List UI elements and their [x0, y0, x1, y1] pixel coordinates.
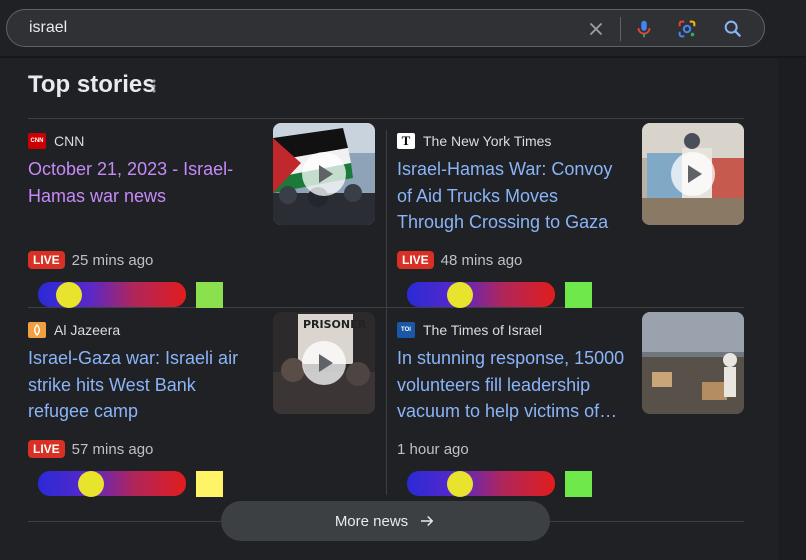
- more-news-label: More news: [334, 512, 409, 530]
- story-thumbnail[interactable]: PRISONER: [273, 312, 375, 414]
- more-options-icon[interactable]: [150, 78, 158, 94]
- section-title: Top stories: [28, 71, 156, 98]
- slider-knob[interactable]: [78, 471, 104, 497]
- nyt-logo-icon: T: [397, 133, 415, 149]
- volunteers-warehouse-image: [642, 312, 744, 414]
- gradient-slider[interactable]: [38, 471, 186, 497]
- side-panel-edge: [778, 58, 806, 560]
- play-icon[interactable]: [302, 152, 346, 196]
- story-thumbnail[interactable]: [642, 123, 744, 225]
- story-thumbnail[interactable]: [642, 312, 744, 414]
- publisher-name: The Times of Israel: [423, 322, 543, 338]
- story-card[interactable]: TOI The Times of Israel In stunning resp…: [397, 312, 745, 511]
- story-card[interactable]: Al Jazeera Israel-Gaza war: Israeli air …: [28, 312, 376, 511]
- story-card[interactable]: T The New York Times Israel-Hamas War: C…: [397, 123, 745, 322]
- cnn-logo-icon: CNN: [28, 133, 46, 149]
- color-swatch: [196, 282, 223, 308]
- play-icon[interactable]: [302, 341, 346, 385]
- publisher: Al Jazeera: [28, 321, 120, 339]
- color-swatch: [565, 282, 592, 308]
- column-divider: [386, 130, 387, 495]
- svg-text:PRISONER: PRISONER: [303, 318, 367, 331]
- search-input[interactable]: israel: [29, 19, 67, 37]
- story-meta: LIVE 48 mins ago: [397, 250, 522, 270]
- publisher: CNN CNN: [28, 132, 84, 150]
- live-badge: LIVE: [28, 440, 65, 458]
- aljazeera-logo-icon: [28, 322, 46, 338]
- story-headline[interactable]: Israel-Hamas War: Convoy of Aid Trucks M…: [397, 156, 627, 236]
- story-meta: LIVE 25 mins ago: [28, 250, 153, 270]
- story-time: 1 hour ago: [397, 440, 469, 458]
- story-thumbnail[interactable]: [273, 123, 375, 225]
- publisher-name: Al Jazeera: [54, 322, 121, 338]
- slider-knob[interactable]: [447, 282, 473, 308]
- publisher: TOI The Times of Israel: [397, 321, 542, 339]
- gradient-slider[interactable]: [407, 471, 555, 497]
- live-badge: LIVE: [28, 251, 65, 269]
- story-headline[interactable]: October 21, 2023 - Israel-Hamas war news: [28, 156, 258, 209]
- live-badge: LIVE: [397, 251, 434, 269]
- gradient-slider[interactable]: [38, 282, 186, 308]
- lens-icon[interactable]: [676, 18, 698, 40]
- story-meta: LIVE 57 mins ago: [28, 439, 153, 459]
- microphone-icon[interactable]: [633, 18, 655, 40]
- color-swatch: [565, 471, 592, 497]
- search-divider: [620, 17, 621, 41]
- more-news-button[interactable]: More news: [221, 501, 550, 541]
- story-time: 25 mins ago: [71, 251, 154, 269]
- publisher-name: CNN: [54, 133, 85, 149]
- header-shadow: [0, 56, 806, 58]
- search-icon[interactable]: [722, 18, 744, 40]
- publisher-name: The New York Times: [423, 133, 552, 149]
- search-box[interactable]: israel: [6, 9, 765, 47]
- slider-knob[interactable]: [56, 282, 82, 308]
- gradient-slider[interactable]: [407, 282, 555, 308]
- story-time: 57 mins ago: [71, 440, 154, 458]
- color-swatch: [196, 471, 223, 497]
- clear-icon[interactable]: [585, 18, 607, 40]
- play-icon[interactable]: [671, 152, 715, 196]
- publisher: T The New York Times: [397, 132, 551, 150]
- story-time: 48 mins ago: [440, 251, 523, 269]
- story-headline[interactable]: Israel-Gaza war: Israeli air strike hits…: [28, 345, 258, 425]
- divider-top: [28, 118, 744, 119]
- search-header: israel: [0, 0, 806, 56]
- story-headline[interactable]: In stunning response, 15000 volunteers f…: [397, 345, 627, 425]
- story-meta: 1 hour ago: [397, 439, 469, 459]
- times-of-israel-logo-icon: TOI: [397, 322, 415, 338]
- story-card[interactable]: CNN CNN October 21, 2023 - Israel-Hamas …: [28, 123, 376, 322]
- arrow-right-icon: [421, 515, 434, 527]
- slider-knob[interactable]: [447, 471, 473, 497]
